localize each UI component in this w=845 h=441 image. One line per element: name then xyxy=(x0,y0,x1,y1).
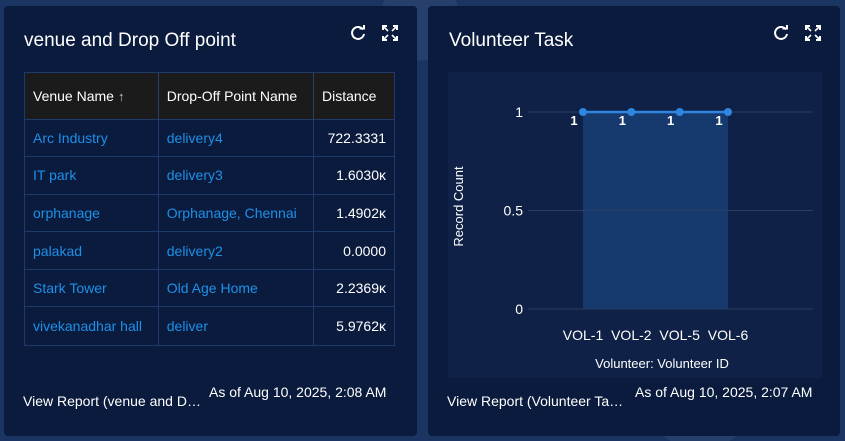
column-header-distance[interactable]: Distance xyxy=(313,73,394,119)
distance-value: 2.2369ĸ xyxy=(313,268,394,307)
data-point[interactable] xyxy=(627,108,636,116)
x-tick-label: VOL-2 xyxy=(611,327,652,343)
column-header-venue-name[interactable]: Venue Name ↑ xyxy=(25,73,159,119)
data-label: 1 xyxy=(570,113,577,128)
venue-link[interactable]: orphanage xyxy=(25,193,159,232)
venue-link[interactable]: IT park xyxy=(25,156,159,195)
volunteer-chart: 0 0.5 1 1 VOL-1 1 VOL-2 1 VOL-5 1 VOL-6 Record Coun… xyxy=(448,72,822,378)
column-header-dropoff-point[interactable]: Drop-Off Point Name xyxy=(158,73,315,119)
dropoff-link[interactable]: delivery4 xyxy=(158,118,315,157)
venue-link[interactable]: Stark Tower xyxy=(25,268,159,307)
card-footer: View Report (Volunteer Task) As of Aug 1… xyxy=(447,384,815,409)
card-title: venue and Drop Off point xyxy=(24,30,236,51)
dropoff-link[interactable]: delivery3 xyxy=(158,156,315,195)
venue-dropoff-card: venue and Drop Off point Venue Name ↑ Dro… xyxy=(4,6,417,436)
view-report-link[interactable]: View Report (venue and Drop Off point) xyxy=(23,384,201,409)
dropoff-link[interactable]: delivery2 xyxy=(158,231,315,270)
refresh-icon[interactable] xyxy=(349,24,367,42)
volunteer-task-card: Volunteer Task 0 0.5 1 1 VOL-1 1 VOL-2 1 VOL-5 1 V… xyxy=(428,6,840,436)
distance-value: 1.4902ĸ xyxy=(313,193,394,232)
data-point[interactable] xyxy=(724,108,732,116)
table-row: palakad delivery2 0.0000 xyxy=(25,231,394,270)
y-tick-label: 1 xyxy=(515,104,523,120)
distance-value: 1.6030ĸ xyxy=(313,156,394,195)
data-point[interactable] xyxy=(579,108,587,116)
table-row: vivekanadhar hall deliver 5.9762ĸ xyxy=(25,306,394,345)
x-axis-title: Volunteer: Volunteer ID xyxy=(595,356,729,371)
dropoff-link[interactable]: deliver xyxy=(158,306,315,345)
table-row: Stark Tower Old Age Home 2.2369ĸ xyxy=(25,268,394,307)
card-actions xyxy=(349,24,399,42)
dropoff-link[interactable]: Old Age Home xyxy=(158,268,315,307)
distance-value: 722.3331 xyxy=(313,118,394,157)
distance-value: 0.0000 xyxy=(313,231,394,270)
expand-icon[interactable] xyxy=(804,24,822,42)
x-tick-label: VOL-6 xyxy=(708,327,749,343)
data-label: 1 xyxy=(667,113,674,128)
table-row: Arc Industry delivery4 722.3331 xyxy=(25,118,394,157)
expand-icon[interactable] xyxy=(381,24,399,42)
card-actions xyxy=(772,24,822,42)
card-title: Volunteer Task xyxy=(449,30,574,51)
x-tick-label: VOL-1 xyxy=(563,327,604,343)
venue-table: Venue Name ↑ Drop-Off Point Name Distance… xyxy=(24,72,395,346)
card-footer: View Report (venue and Drop Off point) A… xyxy=(23,384,389,409)
table-header-row: Venue Name ↑ Drop-Off Point Name Distance xyxy=(25,73,394,119)
y-tick-label: 0 xyxy=(515,301,523,317)
venue-link[interactable]: palakad xyxy=(25,231,159,270)
as-of-timestamp: As of Aug 10, 2025, 2:08 AM xyxy=(209,384,387,400)
data-label: 1 xyxy=(715,113,722,128)
x-tick-label: VOL-5 xyxy=(659,327,700,343)
data-label: 1 xyxy=(619,113,626,128)
header-label: Venue Name xyxy=(33,87,114,104)
y-axis-title: Record Count xyxy=(451,166,466,247)
y-tick-label: 0.5 xyxy=(504,203,524,219)
as-of-timestamp: As of Aug 10, 2025, 2:07 AM xyxy=(635,384,813,400)
sort-ascending-icon: ↑ xyxy=(117,88,125,104)
table-row: IT park delivery3 1.6030ĸ xyxy=(25,156,394,195)
table-row: orphanage Orphanage, Chennai 1.4902ĸ xyxy=(25,193,394,232)
data-point[interactable] xyxy=(675,108,684,116)
refresh-icon[interactable] xyxy=(772,24,790,42)
venue-link[interactable]: Arc Industry xyxy=(25,118,159,157)
chart-svg: 0 0.5 1 1 VOL-1 1 VOL-2 1 VOL-5 1 VOL-6 Record Coun… xyxy=(451,104,813,371)
dropoff-link[interactable]: Orphanage, Chennai xyxy=(158,193,315,232)
venue-link[interactable]: vivekanadhar hall xyxy=(25,306,159,345)
distance-value: 5.9762ĸ xyxy=(313,306,394,345)
view-report-link[interactable]: View Report (Volunteer Task) xyxy=(447,384,627,409)
